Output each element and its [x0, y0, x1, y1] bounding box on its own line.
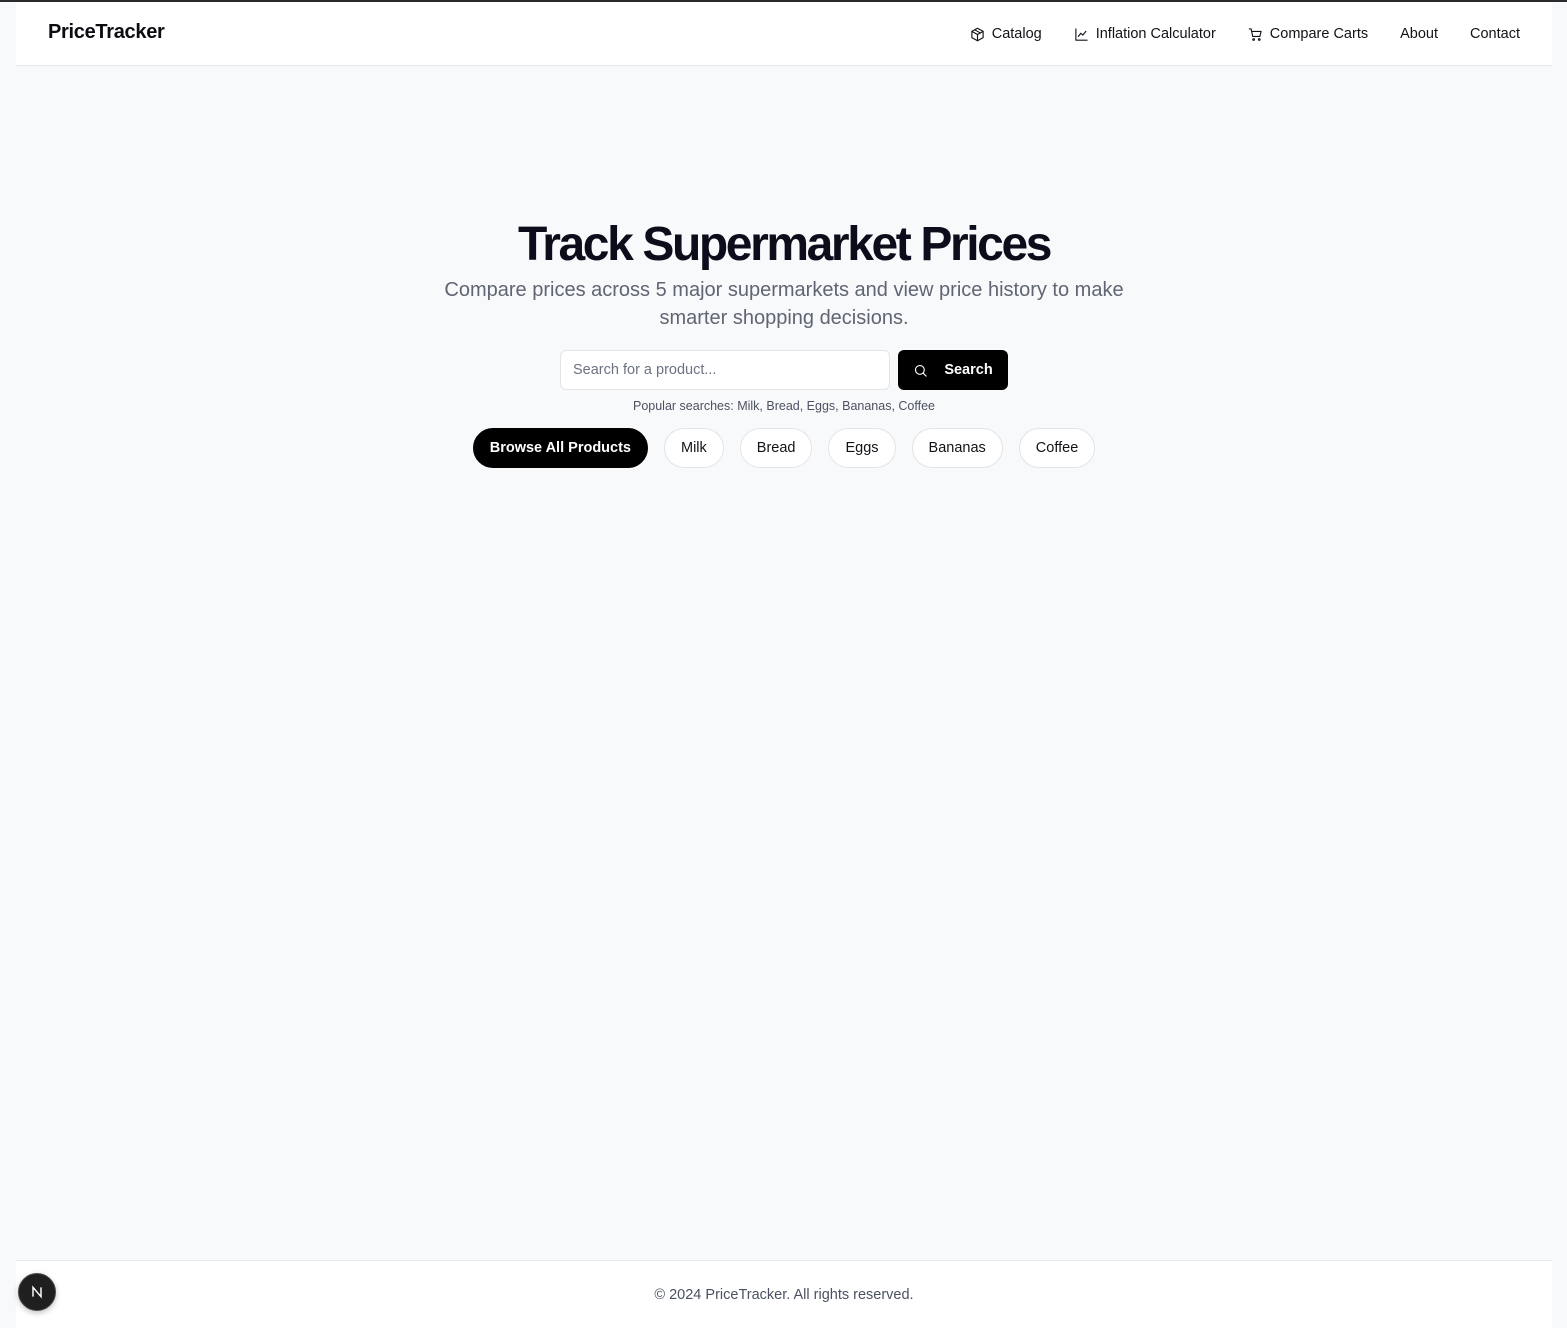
search-button[interactable]: Search: [898, 350, 1008, 390]
hero-title: Track Supermarket Prices: [517, 218, 1052, 271]
popular-searches-text: Popular searches: Milk, Bread, Eggs, Ban…: [632, 399, 936, 413]
nav-item-contact[interactable]: Contact: [1470, 26, 1520, 42]
nav-item-catalog[interactable]: Catalog: [970, 26, 1042, 42]
search-icon: [915, 364, 927, 377]
nav-item-label: Contact: [1470, 26, 1520, 42]
search-form: Search: [16, 350, 1552, 390]
line-chart-icon: [1075, 27, 1088, 41]
chip-milk[interactable]: Milk: [664, 428, 724, 468]
brand-logo[interactable]: PriceTracker: [48, 21, 165, 44]
nextjs-n-icon: [32, 1285, 42, 1299]
nav-item-label: About: [1400, 26, 1439, 42]
nextjs-dev-badge[interactable]: [18, 1273, 56, 1311]
chip-bread[interactable]: Bread: [739, 428, 813, 468]
footer: © 2024 PriceTracker. All rights reserved…: [16, 1260, 1552, 1328]
chip-coffee[interactable]: Coffee: [1018, 428, 1096, 468]
nav-item-label: Compare Carts: [1269, 26, 1369, 42]
cart-icon: [1248, 27, 1262, 41]
main-nav: Catalog Inflation Calculator Compare Car…: [970, 2, 1520, 66]
quick-links: Browse All Products Milk Bread Eggs Bana…: [16, 428, 1552, 468]
search-button-label: Search: [944, 362, 993, 378]
nav-item-inflation-calculator[interactable]: Inflation Calculator: [1074, 26, 1216, 42]
hero-section: Track Supermarket Prices Compare prices …: [16, 216, 1552, 468]
footer-copyright: © 2024 PriceTracker. All rights reserved…: [654, 1286, 914, 1303]
nav-item-compare-carts[interactable]: Compare Carts: [1248, 26, 1368, 42]
nav-item-label: Catalog: [991, 26, 1042, 42]
browse-all-products-button[interactable]: Browse All Products: [472, 428, 648, 468]
page: PriceTracker Catalog Inflation Calculato…: [16, 2, 1552, 1328]
chip-eggs[interactable]: Eggs: [828, 428, 896, 468]
package-icon: [971, 27, 984, 41]
chip-bananas[interactable]: Bananas: [911, 428, 1003, 468]
nav-item-about[interactable]: About: [1400, 26, 1438, 42]
nav-item-label: Inflation Calculator: [1095, 26, 1216, 42]
hero-subtitle: Compare prices across 5 major supermarke…: [444, 279, 1124, 329]
search-input[interactable]: [560, 350, 890, 390]
navbar: PriceTracker Catalog Inflation Calculato…: [16, 2, 1552, 66]
